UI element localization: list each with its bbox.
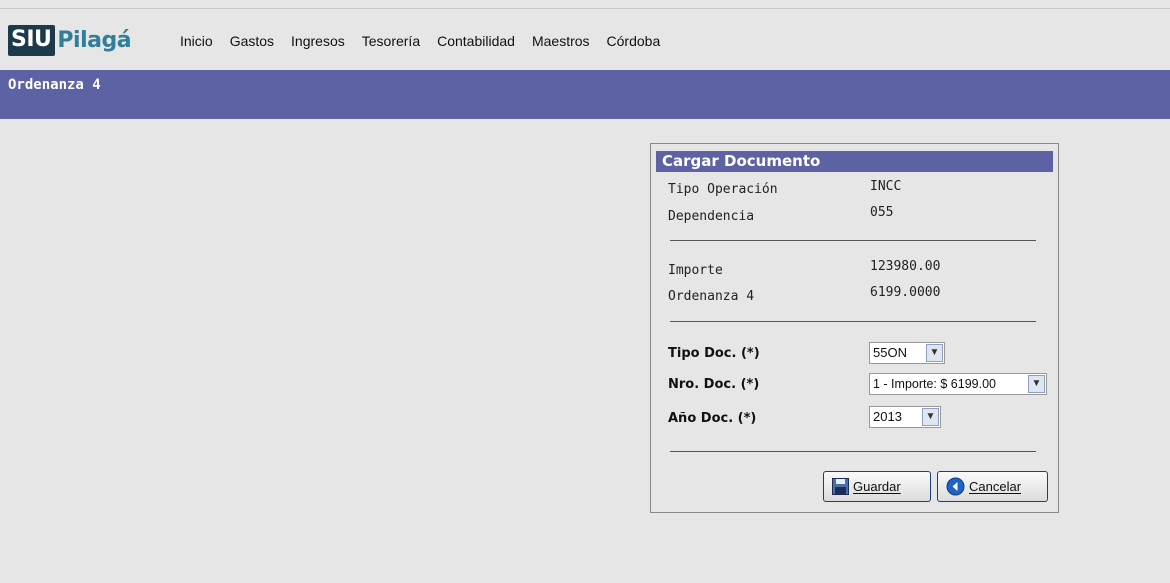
tipo-operacion-value: INCC <box>870 179 902 194</box>
back-arrow-circle-icon <box>946 477 965 496</box>
tipo-doc-select[interactable]: 55ON ▼ <box>869 342 945 364</box>
dependencia-label: Dependencia <box>668 209 755 224</box>
guardar-button[interactable]: Guardar <box>823 471 931 502</box>
tipo-doc-selected: 55ON <box>873 345 907 360</box>
logo-pilaga: Pilagá <box>57 27 132 53</box>
menu-item-contabilidad[interactable]: Contabilidad <box>437 33 515 49</box>
logo-siu: SIU <box>8 24 56 56</box>
chevron-down-icon[interactable]: ▼ <box>922 408 939 426</box>
nro-doc-selected: 1 - Importe: $ 6199.00 <box>873 377 996 391</box>
floppy-disk-icon <box>832 478 849 495</box>
ordenanza-value: 6199.0000 <box>870 285 941 300</box>
nro-doc-select[interactable]: 1 - Importe: $ 6199.00 ▼ <box>869 373 1047 395</box>
dependencia-value: 055 <box>870 205 894 220</box>
guardar-label: Guardar <box>853 479 901 494</box>
main-menu: Inicio Gastos Ingresos Tesorería Contabi… <box>180 33 660 49</box>
nro-doc-label: Nro. Doc. (*) <box>668 377 760 392</box>
importe-value: 123980.00 <box>870 259 941 274</box>
chevron-down-icon[interactable]: ▼ <box>926 344 943 362</box>
cancelar-label: Cancelar <box>969 479 1022 494</box>
panel-title: Cargar Documento <box>656 151 1053 172</box>
tipo-doc-label: Tipo Doc. (*) <box>668 346 760 361</box>
separator <box>670 321 1036 322</box>
menu-item-tesoreria[interactable]: Tesorería <box>362 33 420 49</box>
ordenanza-label: Ordenanza 4 <box>668 289 755 304</box>
anio-doc-label: Año Doc. (*) <box>668 411 757 426</box>
menu-item-ingresos[interactable]: Ingresos <box>291 33 345 49</box>
anio-doc-selected: 2013 <box>873 409 902 424</box>
menu-item-maestros[interactable]: Maestros <box>532 33 590 49</box>
page-title: Ordenanza 4 <box>8 77 101 93</box>
page-title-bar: Ordenanza 4 <box>0 70 1170 119</box>
importe-label: Importe <box>668 263 723 278</box>
chevron-down-icon[interactable]: ▼ <box>1028 375 1045 393</box>
anio-doc-select[interactable]: 2013 ▼ <box>869 406 941 428</box>
tipo-operacion-label: Tipo Operación <box>668 182 778 197</box>
separator <box>670 240 1036 241</box>
menu-item-inicio[interactable]: Inicio <box>180 33 213 49</box>
cancelar-button[interactable]: Cancelar <box>937 471 1048 502</box>
menu-item-cordoba[interactable]: Córdoba <box>607 33 661 49</box>
menu-item-gastos[interactable]: Gastos <box>230 33 274 49</box>
separator <box>670 451 1036 452</box>
cargar-documento-panel: Cargar Documento Tipo Operación INCC Dep… <box>650 143 1059 513</box>
app-logo[interactable]: SIU Pilagá <box>8 21 132 59</box>
